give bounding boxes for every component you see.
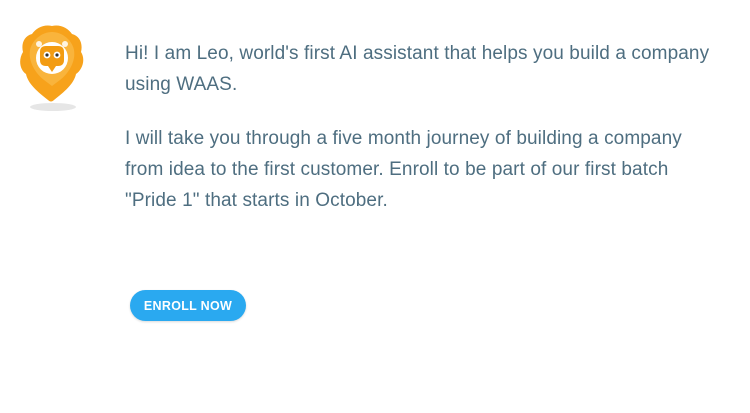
enroll-now-button[interactable]: ENROLL NOW <box>130 290 246 321</box>
intro-paragraph: Hi! I am Leo, world's first AI assistant… <box>125 43 710 95</box>
assistant-message: Hi! I am Leo, world's first AI assistant… <box>125 38 725 239</box>
lion-mascot-icon <box>20 22 84 112</box>
journey-paragraph: I will take you through a five month jou… <box>125 128 682 211</box>
avatar-shadow <box>30 103 76 111</box>
